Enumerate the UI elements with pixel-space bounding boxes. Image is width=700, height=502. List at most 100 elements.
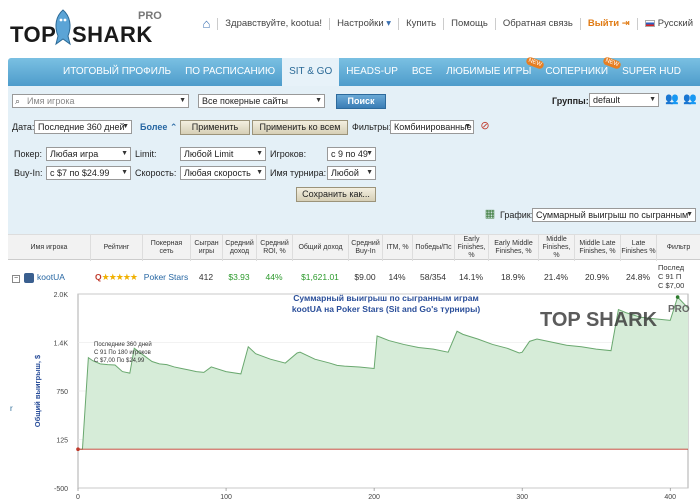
players-select[interactable]: с 9 по 49 ▼ [327, 147, 376, 161]
col-header[interactable]: Middle Finishes, % [538, 235, 574, 261]
col-header[interactable]: Общий доход [292, 235, 348, 261]
chart-icon: ▦ [484, 208, 496, 220]
table-header: Имя игрока Рейтинг Покерная сеть Сыгран … [8, 234, 700, 261]
filters-value: Комбинированные [394, 122, 472, 132]
settings-menu[interactable]: Настройки ▾ [329, 18, 398, 30]
greeting-link[interactable]: Здравствуйте, kootua! [217, 18, 329, 30]
chevron-up-icon: ⌃ [169, 122, 178, 132]
tab-all[interactable]: Все [405, 58, 439, 86]
minus-icon: − [12, 275, 20, 283]
player-name: kootUA [37, 272, 65, 282]
apply-button[interactable]: Применить [180, 120, 250, 135]
buyin-value: с $7 по $24.99 [50, 168, 110, 178]
col-header[interactable]: Средний Buy-In [348, 235, 382, 261]
filter-line: Послед [658, 263, 685, 272]
home-icon[interactable]: ⌂ [195, 17, 217, 30]
tab-scheduled[interactable]: По расписанию [178, 58, 282, 86]
filter-clear-icon[interactable]: ⊘ [477, 119, 493, 134]
logout-button[interactable]: Выйти ⇥ [579, 18, 637, 30]
chart-svg: -500 125 750 1.4K 2.0K 0 100 200 300 400 Суммарный… [10, 292, 690, 501]
groups-label: Группы: [552, 96, 589, 106]
col-header[interactable]: Средний доход [222, 235, 256, 261]
buy-link[interactable]: Купить [398, 18, 443, 30]
settings-label: Настройки [337, 18, 384, 29]
chart-subtitle: kootUA на Poker Stars (Sit and Go's турн… [292, 304, 481, 314]
graph-label: График: [500, 210, 534, 220]
filters-label: Фильтры: [352, 122, 392, 132]
tourname-label: Имя турнира: [270, 168, 327, 178]
watermark-pro: PRO [668, 304, 690, 315]
players-label: Игроков: [270, 149, 307, 159]
tourname-select[interactable]: Любой ▼ [327, 166, 376, 180]
speed-label: Скорость: [135, 168, 177, 178]
player-search-input[interactable]: ⌕ Имя игрока ▼ [12, 94, 189, 108]
tab-favorite-games[interactable]: Любимые игры new [439, 56, 546, 86]
tab-opponents[interactable]: Соперники new [538, 56, 622, 86]
apply-all-button[interactable]: Применить ко всем [252, 120, 348, 135]
language-selector[interactable]: Русский [636, 18, 700, 30]
chevron-down-icon: ▼ [366, 169, 373, 176]
profit-chart: -500 125 750 1.4K 2.0K 0 100 200 300 400 Суммарный… [0, 286, 700, 502]
col-header[interactable]: Рейтинг [90, 235, 142, 261]
sites-select[interactable]: Все покерные сайты ▼ [198, 94, 325, 108]
group-users-icon[interactable]: 👥 [664, 92, 680, 107]
limit-label: Limit: [135, 149, 157, 159]
search-icon: ⌕ [15, 96, 21, 106]
chart-annotation: Последние 360 дней [94, 341, 152, 348]
col-header[interactable]: Middle Late Finishes, % [574, 235, 620, 261]
groups-select[interactable]: default ▼ [589, 93, 659, 107]
col-header[interactable]: Фильтр [656, 235, 700, 261]
tab-heads-up[interactable]: Heads-Up [339, 58, 405, 86]
logout-icon: ⇥ [621, 18, 630, 29]
poker-value: Любая игра [50, 149, 99, 159]
poker-select[interactable]: Любая игра ▼ [46, 147, 131, 161]
poker-label: Покер: [14, 149, 43, 159]
buyin-select[interactable]: с $7 по $24.99 ▼ [46, 166, 131, 180]
col-header[interactable]: Покерная сеть [142, 235, 190, 261]
col-header[interactable]: Средний ROI, % [256, 235, 292, 261]
filters-select[interactable]: Комбинированные ▼ [390, 120, 474, 134]
group-edit-icon[interactable]: 👥 [682, 92, 698, 107]
tab-label: Любимые игры [446, 66, 532, 77]
limit-select[interactable]: Любой Limit ▼ [180, 147, 266, 161]
col-header[interactable]: Сыгран игры [190, 235, 222, 261]
topshark-logo[interactable]: TOP SHARK PRO [10, 8, 162, 48]
main-tabs: Итоговый профиль По расписанию Sit & Go … [8, 56, 700, 86]
help-link[interactable]: Помощь [443, 18, 495, 30]
tab-label: Heads-Up [346, 66, 398, 77]
col-header[interactable]: Имя игрока [8, 235, 90, 261]
col-header[interactable]: ITM, % [382, 235, 412, 261]
save-as-button[interactable]: Сохранить как... [296, 187, 376, 202]
tab-sit-and-go[interactable]: Sit & Go [282, 58, 340, 86]
chevron-down-icon: ▼ [179, 97, 186, 104]
speed-select[interactable]: Любая скорость ▼ [180, 166, 266, 180]
series-start-point [76, 447, 80, 451]
y-tick-label: 750 [56, 389, 68, 396]
col-header[interactable]: Late Finishes % [620, 235, 656, 261]
chevron-down-icon: ▼ [256, 169, 263, 176]
limit-value: Любой Limit [184, 149, 234, 159]
logo-text-shark: SHARK [72, 22, 153, 47]
avatar [24, 272, 34, 283]
chevron-down-icon: ▼ [464, 123, 471, 130]
tab-super-hud[interactable]: Super HUD [615, 58, 688, 86]
more-filters-link[interactable]: Более ⌃ [140, 120, 177, 134]
groups-value: default [593, 95, 621, 105]
star-rating-icon: ★★★★★ [101, 272, 138, 282]
date-label: Дата: [12, 122, 35, 132]
rating-badge: Q [95, 272, 102, 282]
tab-summary-profile[interactable]: Итоговый профиль [56, 58, 178, 86]
language-label: Русский [657, 18, 693, 29]
tab-label: Все [411, 66, 433, 77]
y-tick-label: 1.4K [54, 341, 69, 348]
feedback-link[interactable]: Обратная связь [494, 18, 580, 30]
search-button[interactable]: Поиск [336, 94, 386, 109]
top-header: TOP SHARK PRO ⌂ Здравствуйте, kootua! На… [0, 0, 700, 52]
col-header[interactable]: Победы/Пс [412, 235, 454, 261]
x-tick-label: 200 [368, 494, 380, 501]
col-header[interactable]: Early Middle Finishes, % [488, 235, 538, 261]
col-header[interactable]: Early Finishes, % [454, 235, 488, 261]
graph-select[interactable]: Суммарный выигрыш по сыгранным ▼ [532, 208, 696, 222]
date-select[interactable]: Последние 360 дней ▼ [34, 120, 132, 134]
x-tick-label: 0 [76, 494, 80, 501]
